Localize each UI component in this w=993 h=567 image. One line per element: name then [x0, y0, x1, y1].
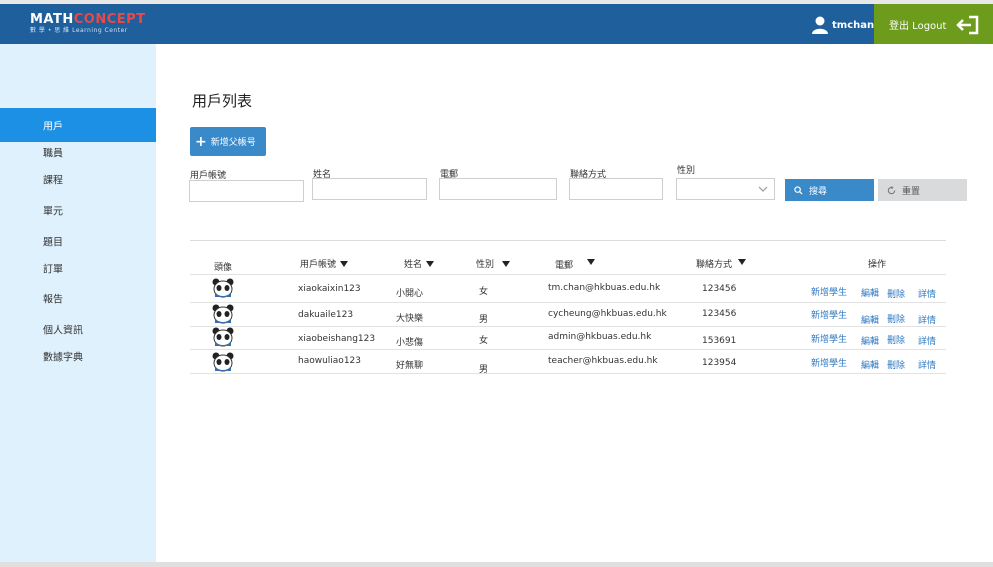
- chevron-down-icon: [758, 186, 768, 192]
- add-student-link[interactable]: 新增學生: [811, 356, 847, 369]
- details-link[interactable]: 詳情: [918, 334, 936, 347]
- edit-link[interactable]: 編輯: [861, 334, 879, 347]
- sidebar-item-orders[interactable]: 訂單: [0, 251, 156, 285]
- row-divider: [190, 326, 946, 327]
- details-link[interactable]: 詳情: [918, 358, 936, 371]
- sidebar-item-courses[interactable]: 課程: [0, 162, 156, 196]
- row-divider: [190, 349, 946, 350]
- add-student-link[interactable]: 新增學生: [811, 332, 847, 345]
- logout-label: 登出 Logout: [889, 20, 947, 32]
- delete-link[interactable]: 刪除: [887, 287, 905, 300]
- refresh-icon: [887, 185, 896, 194]
- sort-down-icon: [340, 260, 349, 267]
- search-icon: [794, 185, 803, 195]
- edit-link[interactable]: 編輯: [861, 358, 879, 371]
- header-email[interactable]: 電郵: [555, 258, 596, 271]
- header-contact[interactable]: 聯絡方式: [696, 257, 747, 270]
- edit-link[interactable]: 編輯: [861, 286, 879, 299]
- brand-logo: MATHCONCEPT 數 學 • 思 維 Learning Center: [30, 12, 146, 35]
- sort-down-icon: [502, 260, 511, 267]
- sort-down-icon: [587, 258, 596, 265]
- panda-avatar-icon: [212, 327, 234, 347]
- search-button[interactable]: 搜尋: [785, 179, 874, 201]
- sort-down-icon: [426, 260, 435, 267]
- sidebar-item-reports[interactable]: 報告: [0, 281, 156, 315]
- header-name[interactable]: 姓名: [404, 257, 435, 270]
- header-avatar: 頭像: [214, 263, 233, 273]
- delete-link[interactable]: 刪除: [887, 358, 905, 371]
- sidebar-item-units[interactable]: 單元: [0, 193, 156, 227]
- edit-link[interactable]: 編輯: [861, 313, 879, 326]
- details-link[interactable]: 詳情: [918, 313, 936, 326]
- page-title: 用戶列表: [192, 92, 253, 110]
- sidebar-item-data-dictionary[interactable]: 數據字典: [0, 339, 156, 373]
- logout-icon: [956, 15, 979, 35]
- row-divider: [190, 274, 946, 275]
- panda-avatar-icon: [212, 304, 234, 324]
- panda-avatar-icon: [212, 278, 234, 298]
- user-icon: [812, 16, 828, 34]
- details-link[interactable]: 詳情: [918, 287, 936, 300]
- row-divider: [190, 302, 946, 303]
- plus-icon: +: [195, 133, 207, 150]
- bottom-border: [0, 562, 993, 567]
- delete-link[interactable]: 刪除: [887, 312, 905, 325]
- header-gender[interactable]: 性別: [476, 257, 511, 270]
- filter-email-input[interactable]: [439, 178, 557, 200]
- row-divider: [190, 373, 946, 374]
- logout-button[interactable]: 登出 Logout: [874, 4, 993, 44]
- add-student-link[interactable]: 新增學生: [811, 308, 847, 321]
- username: tmchan: [832, 19, 875, 31]
- sidebar: 用戶 職員 課程 單元 題目 訂單 報告 個人資訊 數據字典: [0, 44, 156, 562]
- sort-down-icon: [738, 258, 747, 265]
- table-top-border: [190, 240, 946, 241]
- filter-name-input[interactable]: [312, 178, 427, 200]
- filter-account-input[interactable]: [189, 180, 304, 202]
- add-parent-account-button[interactable]: + 新增父帳号: [190, 127, 266, 156]
- filter-gender-select[interactable]: [676, 178, 775, 200]
- header-account[interactable]: 用戶帳號: [300, 257, 349, 270]
- header-actions: 操作: [868, 260, 887, 270]
- panda-avatar-icon: [212, 352, 234, 372]
- user-menu[interactable]: tmchan: [812, 15, 874, 35]
- reset-button[interactable]: 重置: [878, 179, 967, 201]
- filter-gender-label: 性別: [677, 166, 696, 176]
- filter-contact-input[interactable]: [569, 178, 663, 200]
- add-student-link[interactable]: 新增學生: [811, 285, 847, 298]
- delete-link[interactable]: 刪除: [887, 333, 905, 346]
